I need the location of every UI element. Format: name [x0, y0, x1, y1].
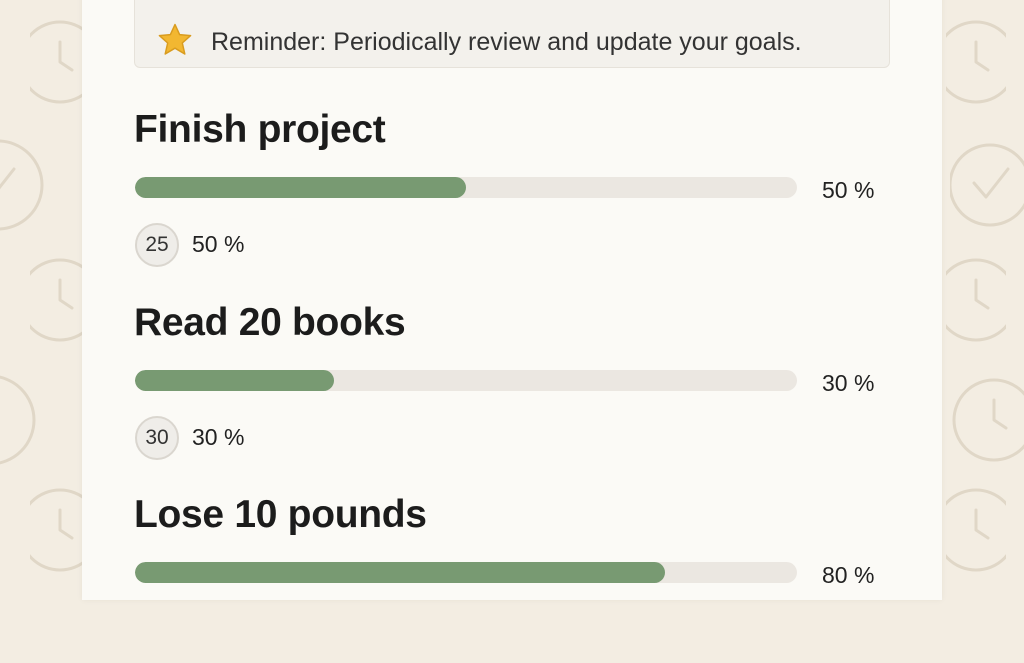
check-circle-icon [950, 143, 1024, 227]
check-circle-icon [0, 139, 44, 231]
reminder-banner: Reminder: Periodically review and update… [134, 0, 890, 68]
goal-count-badge: 25 [135, 223, 179, 267]
goal-item: Lose 10 pounds 80 % [134, 493, 894, 663]
goal-item: Finish project 50 % 25 50 % [134, 108, 894, 278]
clock-icon [30, 258, 90, 342]
goal-badge-percent: 50 % [192, 231, 245, 257]
progress-bar [135, 370, 797, 391]
goal-title: Lose 10 pounds [134, 493, 427, 536]
goal-title: Finish project [134, 108, 386, 151]
clock-icon [946, 258, 1006, 342]
goal-item: Read 20 books 30 % 30 30 % [134, 301, 894, 471]
clock-icon [952, 378, 1024, 462]
progress-percent: 30 % [822, 370, 875, 396]
goal-badge-percent: 30 % [192, 424, 245, 450]
clock-icon [0, 375, 36, 465]
reminder-text: Reminder: Periodically review and update… [211, 28, 802, 56]
goal-title: Read 20 books [134, 301, 406, 344]
progress-fill [135, 370, 334, 391]
progress-bar [135, 177, 797, 198]
progress-fill [135, 177, 466, 198]
clock-icon [946, 20, 1006, 104]
progress-bar [135, 562, 797, 583]
clock-icon [946, 488, 1006, 572]
progress-fill [135, 562, 665, 583]
clock-icon [30, 488, 90, 572]
star-icon [158, 23, 192, 55]
goals-card: Reminder: Periodically review and update… [82, 0, 942, 600]
goal-count-badge: 30 [135, 416, 179, 460]
clock-icon [30, 20, 90, 104]
progress-percent: 50 % [822, 177, 875, 203]
